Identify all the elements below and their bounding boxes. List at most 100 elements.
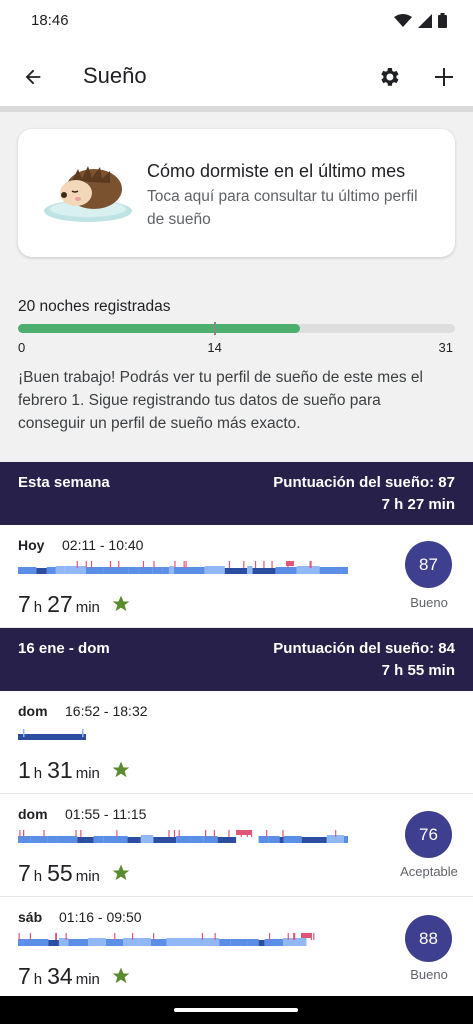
score-rating: Bueno [410,595,448,610]
stage-rem [23,729,25,737]
stage-awake [282,830,284,837]
stage-awake [168,830,170,837]
stage-awake [286,561,294,566]
settings-button[interactable] [372,60,406,94]
stage-awake [214,933,216,940]
stage-awake [90,561,93,568]
stage-light [103,567,129,574]
week-header-this-week[interactable]: Esta semana Puntuación del sueño: 87 7 h… [0,462,473,525]
stage-awake [183,561,185,568]
back-button[interactable] [16,60,50,94]
duration-minutes: 27 [47,591,73,617]
nights-progress-bar [18,322,455,335]
stage-awake [205,830,207,837]
entry-duration: 7 h 34 min [18,963,131,990]
stage-awake [142,561,145,568]
duration-hours: 7 [18,591,31,617]
stage-awake [19,830,21,837]
stage-light [85,567,104,574]
stage-rem [88,938,106,946]
duration-minutes: 31 [47,757,73,783]
stage-rem [82,729,84,737]
stage-light [176,836,191,843]
tick-label-start: 0 [18,340,26,355]
stage-rem [204,566,225,574]
stage-awake [236,830,252,835]
gear-icon [381,68,399,86]
stage-awake [301,933,312,938]
minutes-unit: min [75,765,100,782]
entry-time-range: 16:52 - 18:32 [65,703,148,719]
stage-deep [127,837,141,843]
stage-rem [208,938,220,946]
entry-time-range: 01:16 - 09:50 [59,909,142,925]
home-handle[interactable] [174,1008,298,1012]
stage-awake [55,933,58,940]
entry-day: dom [18,703,48,719]
hours-unit: h [33,599,43,616]
sleeping-hedgehog-icon [44,166,132,222]
score-badge: 87 [405,541,452,588]
entry-duration: 1 h 31 min [18,757,131,784]
stage-awake [313,933,315,940]
stage-light [152,567,163,574]
stage-deep [279,837,284,843]
stage-rem [64,566,86,574]
duration-minutes: 34 [47,963,73,989]
sleep-stage-strip [18,933,315,946]
stage-awake [174,561,176,568]
stage-awake [228,561,231,568]
stage-awake [153,561,155,568]
stage-light [18,836,31,843]
week-duration: 7 h 55 min [381,662,455,679]
stage-light [258,836,269,843]
stage-light [138,567,153,574]
entry-day: dom [18,806,48,822]
stage-awake [18,933,20,940]
stage-deep [258,940,265,946]
entry-time-range: 02:11 - 10:40 [62,537,144,553]
hours-unit: h [33,765,43,782]
stage-light [57,836,78,843]
tick-label-end: 31 [438,340,453,355]
stage-light [30,836,48,843]
status-time: 18:46 [31,12,69,29]
stage-awake [118,561,120,568]
stage-awake [263,561,265,568]
stage-awake [23,830,25,837]
add-button[interactable] [427,60,461,94]
week-label: Esta semana [18,474,110,491]
sleep-entry[interactable]: sáb 01:16 - 09:50 7 h 34 min 88 Bueno [0,897,473,1000]
week-header-jan-16[interactable]: 16 ene - dom Puntuación del sueño: 84 7 … [0,628,473,691]
stage-light [23,939,49,946]
sleep-entry[interactable]: dom 01:55 - 11:15 7 h 55 min 76 Aceptabl… [0,794,473,897]
sleep-entry[interactable]: Hoy 02:11 - 10:40 7 h 27 min 87 Bueno [0,525,473,628]
stage-deep [153,837,177,843]
stage-rem [140,835,154,843]
tick-label-mid: 14 [207,340,222,355]
score-badge: 88 [405,915,452,962]
minutes-unit: min [75,868,100,885]
arrow-back-icon [25,69,41,85]
duration-hours: 7 [18,860,31,886]
status-icons [394,13,447,28]
sleep-profile-card[interactable]: Cómo dormiste en el último mes Toca aquí… [18,129,455,257]
duration-minutes: 55 [47,860,73,886]
stage-light [219,939,231,946]
entry-day: Hoy [18,537,45,553]
stage-awake [287,933,289,940]
sleep-entry[interactable]: dom 16:52 - 18:32 1 h 31 min [0,691,473,794]
signal-icon [418,13,432,28]
minutes-unit: min [75,599,100,616]
stage-deep [252,568,276,574]
stage-light [18,567,37,574]
stage-deep [217,837,237,843]
nights-recorded-label: 20 noches registradas [18,298,171,315]
stage-light [190,836,204,843]
star-icon [112,595,130,612]
sleep-stage-strip [18,729,86,740]
stage-light [103,836,128,843]
score-rating: Bueno [410,967,448,982]
stage-awake [76,561,78,568]
stage-rem [247,566,253,574]
